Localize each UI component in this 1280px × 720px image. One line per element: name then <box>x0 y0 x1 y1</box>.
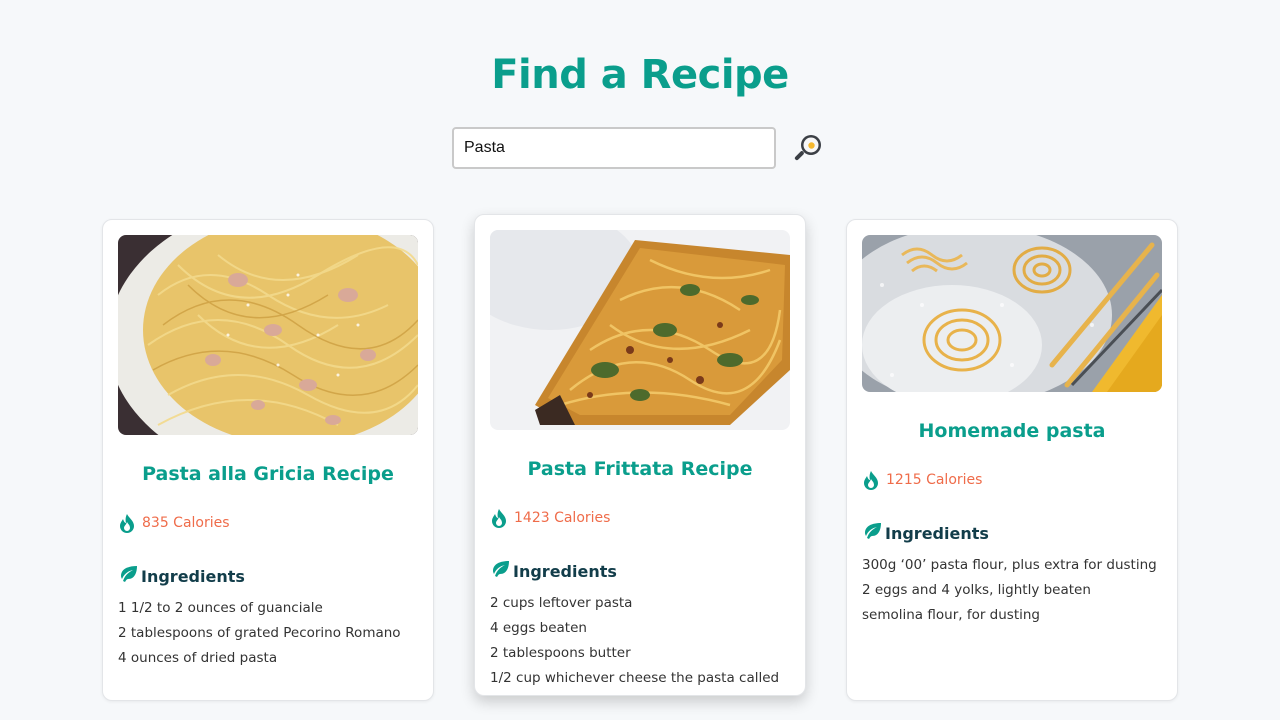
recipe-image <box>862 235 1162 392</box>
ingredient-item: 1 1/2 to 2 ounces of guanciale <box>118 600 323 616</box>
ingredients-heading: Ingredients <box>490 561 790 581</box>
calories-text: 1215 Calories <box>886 472 983 488</box>
search-input[interactable] <box>452 127 776 169</box>
calories-text: 835 Calories <box>142 515 230 531</box>
ingredient-item: 4 ounces of dried pasta <box>118 650 278 666</box>
ingredient-item: 2 tablespoons of grated Pecorino Romano <box>118 625 401 641</box>
ingredients-label: Ingredients <box>141 567 245 586</box>
frying-pan-search-icon <box>794 135 821 161</box>
ingredient-item: semolina flour, for dusting <box>862 607 1041 623</box>
ingredients-list: 1 1/2 to 2 ounces of guanciale 2 tablesp… <box>118 596 418 671</box>
leaf-icon <box>493 561 509 577</box>
calories-row: 835 Calories <box>118 513 418 533</box>
page-title: Find a Recipe <box>491 52 789 98</box>
ingredient-item: 1/2 cup whichever cheese the pasta calle… <box>490 670 780 686</box>
flame-icon <box>864 471 878 490</box>
recipe-page: Find a Recipe Pasta Pasta alla Gricia Re… <box>0 0 1280 720</box>
leaf-icon <box>865 523 881 539</box>
ingredients-heading: Ingredients <box>862 523 1162 543</box>
ingredients-label: Ingredients <box>513 562 617 581</box>
ingredients-list: 2 cups leftover pasta 4 eggs beaten 2 ta… <box>490 591 790 691</box>
flame-icon <box>120 514 134 533</box>
calories-row: 1423 Calories <box>490 508 790 528</box>
recipe-card[interactable]: Homemade pasta 1215 Calories Ingredients… <box>846 219 1178 701</box>
recipe-title[interactable]: Pasta alla Gricia Recipe <box>118 463 418 485</box>
recipe-card[interactable]: Pasta alla Gricia Recipe 835 Calories In… <box>102 219 434 701</box>
calories-text: 1423 Calories <box>514 510 611 526</box>
recipe-card[interactable]: Pasta Frittata Recipe 1423 Calories Ingr… <box>474 214 806 696</box>
search-button[interactable] <box>792 132 824 164</box>
ingredients-list: 300g ‘00’ pasta flour, plus extra for du… <box>862 553 1162 628</box>
calories-row: 1215 Calories <box>862 470 1162 490</box>
ingredients-label: Ingredients <box>885 524 989 543</box>
ingredient-item: 2 tablespoons butter <box>490 645 631 661</box>
recipe-image <box>118 235 418 435</box>
ingredient-item: 2 eggs and 4 yolks, lightly beaten <box>862 582 1091 598</box>
flame-icon <box>492 509 506 528</box>
recipe-title[interactable]: Pasta Frittata Recipe <box>490 458 790 480</box>
ingredients-heading: Ingredients <box>118 566 418 586</box>
leaf-icon <box>121 566 137 582</box>
ingredient-item: 300g ‘00’ pasta flour, plus extra for du… <box>862 557 1157 573</box>
recipe-image <box>490 230 790 430</box>
ingredient-item: 2 cups leftover pasta <box>490 595 633 611</box>
recipe-title[interactable]: Homemade pasta <box>862 420 1162 442</box>
ingredient-item: 4 eggs beaten <box>490 620 587 636</box>
search-bar <box>452 127 824 169</box>
